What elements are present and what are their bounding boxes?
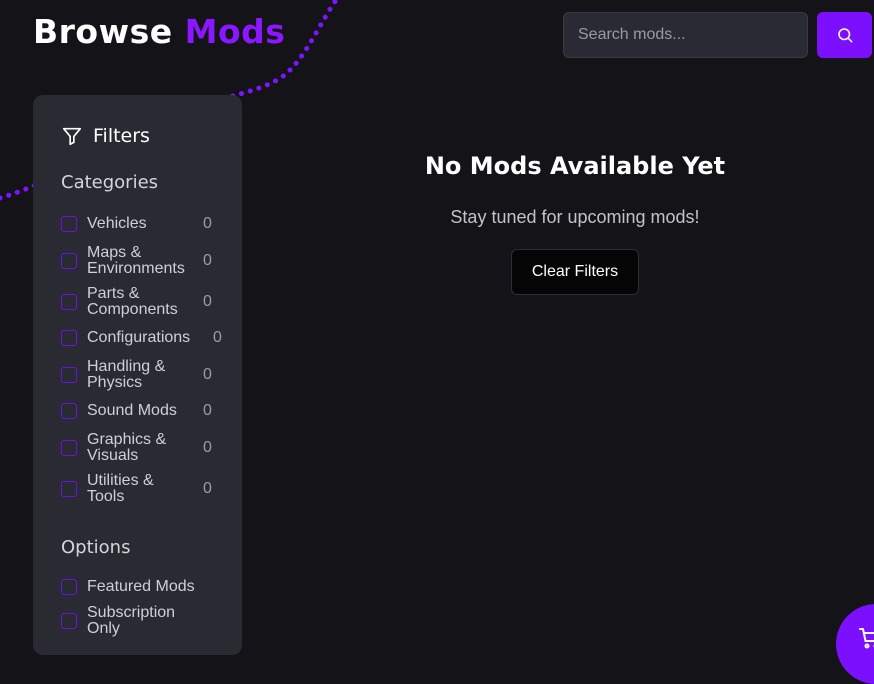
option-checkbox[interactable]: [61, 613, 77, 629]
search-icon: [837, 28, 852, 43]
category-count: 0: [203, 480, 212, 497]
category-label: Vehicles: [87, 215, 147, 232]
category-utilities-tools[interactable]: Utilities & Tools 0: [61, 473, 231, 505]
category-checkbox[interactable]: [61, 330, 77, 346]
category-maps-environments[interactable]: Maps & Environments 0: [61, 245, 231, 277]
cart-button[interactable]: [836, 604, 874, 684]
filters-title: Filters: [93, 125, 150, 147]
filters-header: Filters: [61, 125, 150, 147]
category-graphics-visuals[interactable]: Graphics & Visuals 0: [61, 432, 231, 464]
category-handling-physics[interactable]: Handling & Physics 0: [61, 359, 231, 391]
category-checkbox[interactable]: [61, 253, 77, 269]
filters-sidebar: Filters Categories Vehicles 0 Maps & Env…: [33, 95, 242, 655]
search-input[interactable]: [563, 12, 808, 58]
page-title-text: Browse: [33, 12, 173, 51]
category-label: Maps & Environments: [87, 244, 185, 277]
category-checkbox[interactable]: [61, 294, 77, 310]
option-featured-mods[interactable]: Featured Mods: [61, 579, 231, 595]
category-checkbox[interactable]: [61, 440, 77, 456]
category-count: 0: [203, 402, 212, 419]
category-parts-components[interactable]: Parts & Components 0: [61, 286, 231, 318]
category-configurations[interactable]: Configurations 0: [61, 329, 231, 346]
category-label: Graphics & Visuals: [87, 431, 167, 464]
category-count: 0: [203, 252, 212, 269]
page-title: Browse Mods: [33, 12, 285, 51]
search-button[interactable]: [817, 12, 872, 58]
categories-heading: Categories: [61, 172, 159, 193]
category-checkbox[interactable]: [61, 216, 77, 232]
clear-filters-button[interactable]: Clear Filters: [511, 249, 639, 295]
category-count: 0: [203, 439, 212, 456]
option-subscription-only[interactable]: Subscription Only: [61, 605, 231, 637]
page-title-accent: Mods: [184, 12, 286, 51]
category-label: Utilities & Tools: [87, 472, 154, 505]
category-label: Handling & Physics: [87, 358, 166, 391]
category-sound-mods[interactable]: Sound Mods 0: [61, 402, 231, 419]
empty-state-subtitle: Stay tuned for upcoming mods!: [450, 207, 700, 227]
category-checkbox[interactable]: [61, 403, 77, 419]
category-label: Configurations: [87, 329, 191, 346]
category-label: Sound Mods: [87, 402, 177, 419]
category-checkbox[interactable]: [61, 367, 77, 383]
category-checkbox[interactable]: [61, 481, 77, 497]
category-count: 0: [203, 366, 212, 383]
option-label: Featured Mods: [87, 578, 195, 595]
category-count: 0: [203, 293, 212, 310]
options-heading: Options: [61, 537, 131, 558]
option-label: Subscription Only: [87, 604, 176, 637]
empty-state-title: No Mods Available Yet: [424, 152, 726, 180]
category-count: 0: [203, 215, 212, 232]
cart-icon: [859, 628, 874, 649]
filter-icon: [62, 127, 82, 146]
category-vehicles[interactable]: Vehicles 0: [61, 215, 231, 232]
category-label: Parts & Components: [87, 285, 178, 318]
option-checkbox[interactable]: [61, 579, 77, 595]
category-count: 0: [213, 329, 222, 346]
